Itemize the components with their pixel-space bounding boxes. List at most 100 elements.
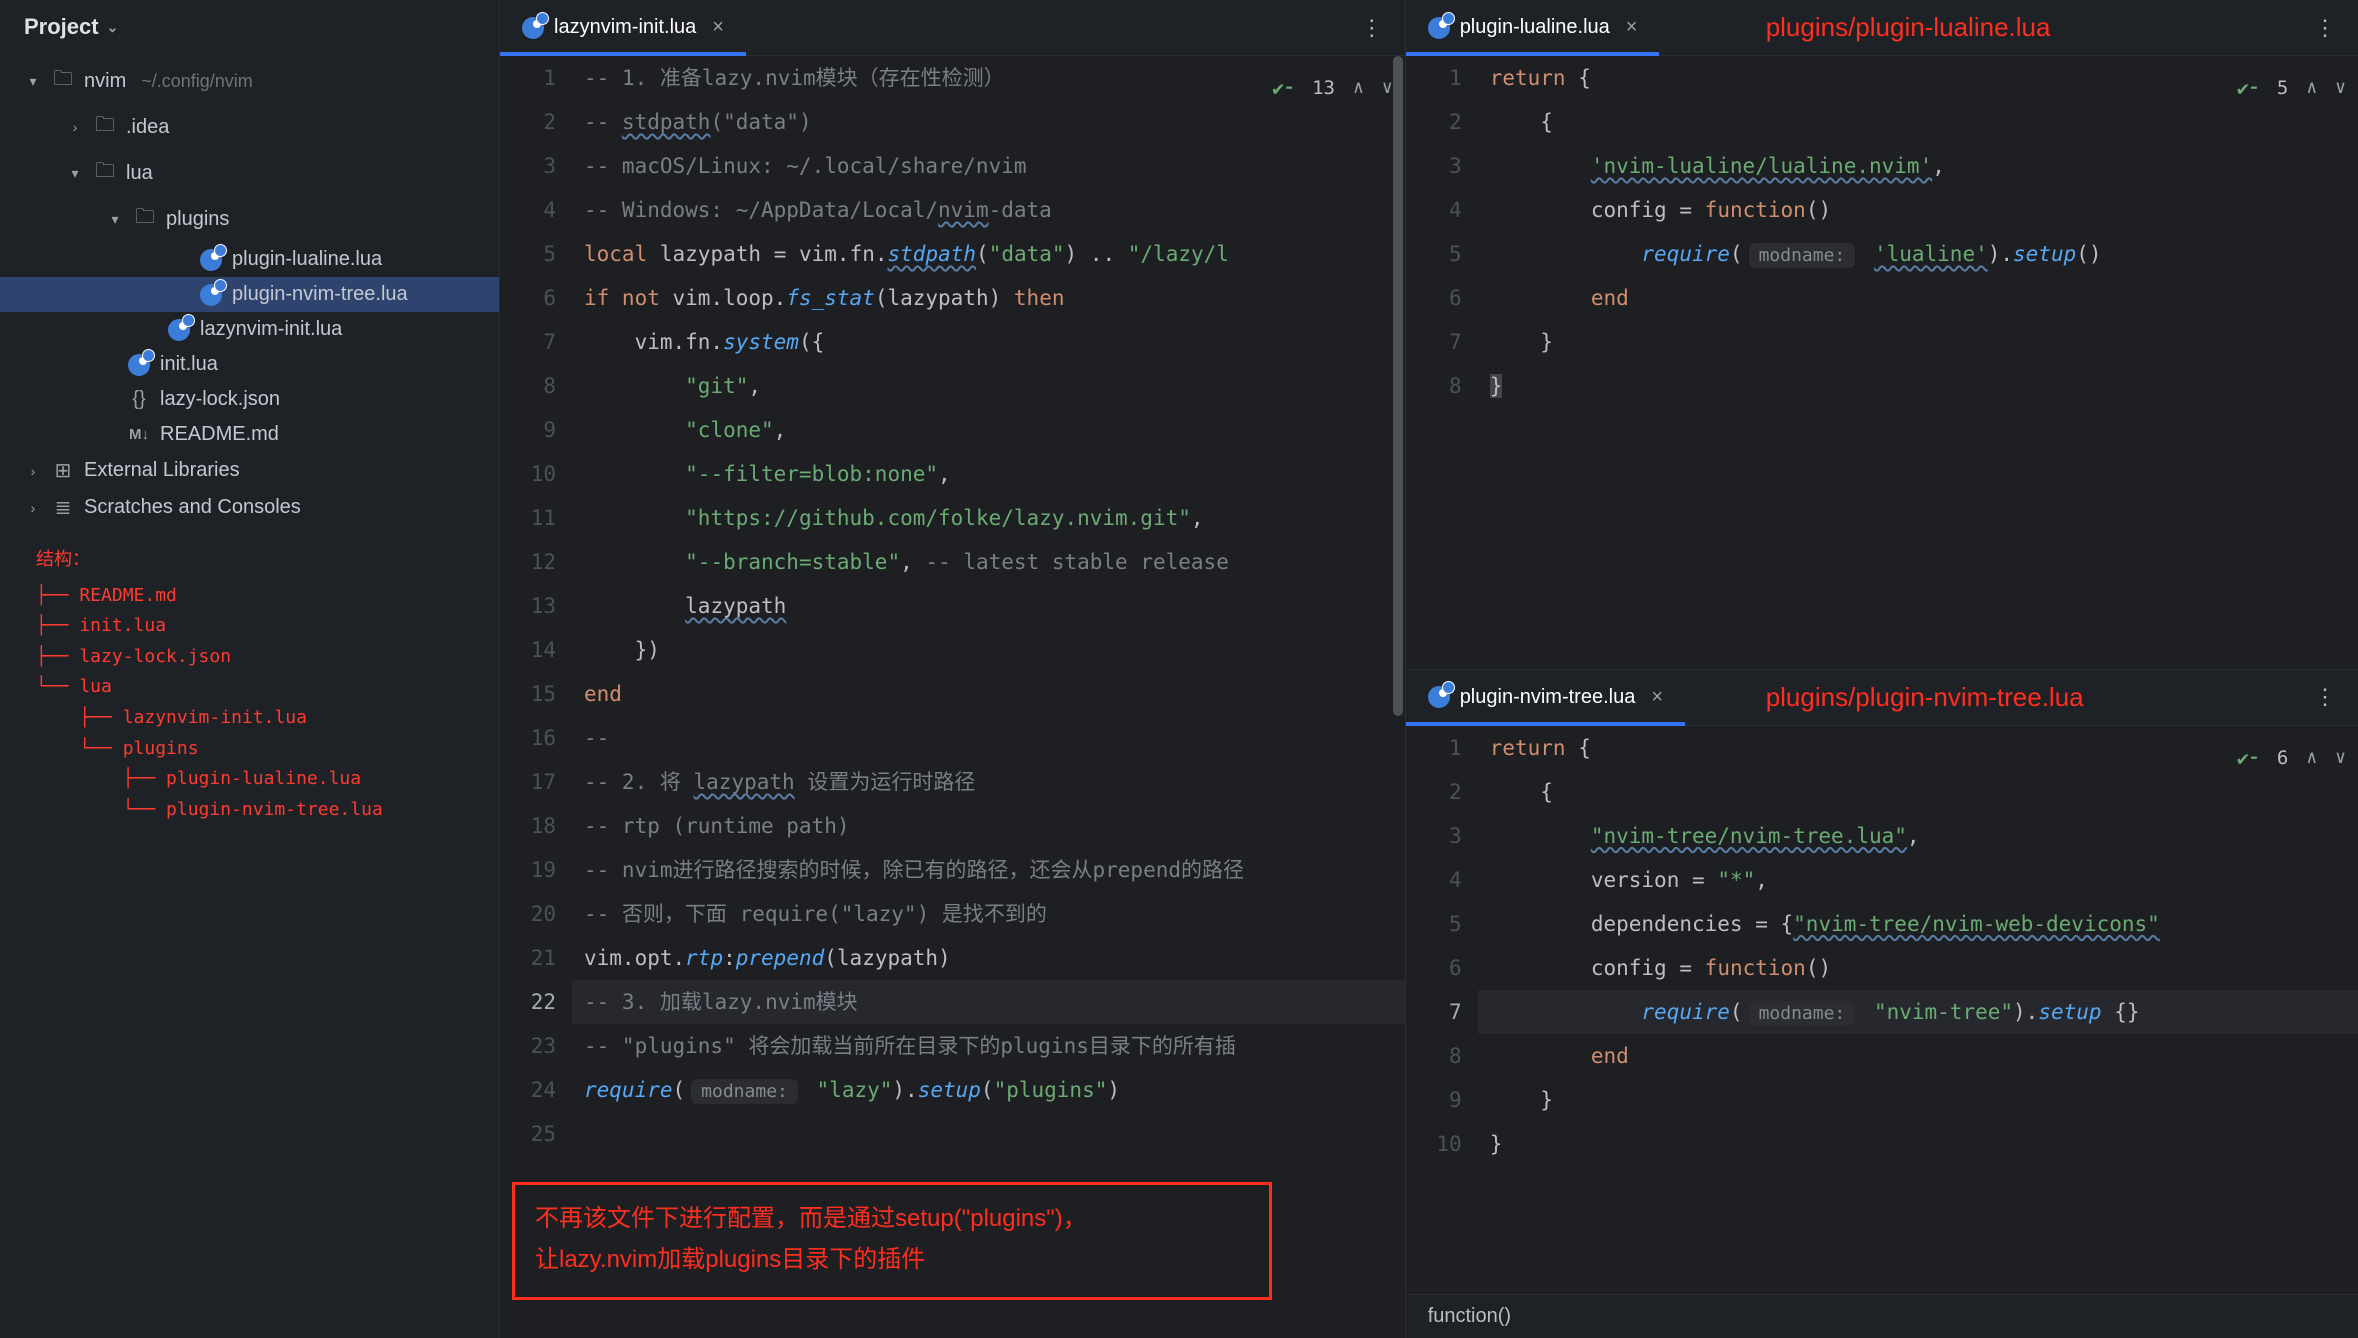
code-line[interactable]: end <box>1490 276 2358 320</box>
line-number[interactable]: 4 <box>1406 858 1462 902</box>
line-number[interactable]: 1 <box>500 56 556 100</box>
tab-more-icon[interactable]: ⋮ <box>1339 15 1405 41</box>
code-line[interactable]: 'nvim-lualine/lualine.nvim', <box>1490 144 2358 188</box>
code-line[interactable]: vim.fn.system({ <box>584 320 1405 364</box>
breadcrumb-bar[interactable]: function() <box>1406 1294 2358 1338</box>
code-line[interactable]: require(modname: 'lualine').setup() <box>1490 232 2358 276</box>
nav-up-icon[interactable]: ∧ <box>2306 66 2317 110</box>
close-icon[interactable]: × <box>1651 686 1663 709</box>
line-number[interactable]: 11 <box>500 496 556 540</box>
tab-more-icon[interactable]: ⋮ <box>2292 684 2358 710</box>
inspection-badge[interactable]: ✔⁃ 5 ∧ ∨ <box>2237 66 2346 110</box>
code-line[interactable]: return { <box>1490 726 2358 770</box>
line-number[interactable]: 1 <box>1406 726 1462 770</box>
line-number[interactable]: 23 <box>500 1024 556 1068</box>
code-line[interactable]: "https://github.com/folke/lazy.nvim.git"… <box>584 496 1405 540</box>
nav-down-icon[interactable]: ∨ <box>2335 66 2346 110</box>
tree-arrow-icon[interactable]: › <box>24 463 42 479</box>
code-line[interactable]: -- nvim进行路径搜索的时候，除已有的路径，还会从prepend的路径 <box>584 848 1405 892</box>
tab-plugin-lualine[interactable]: plugin-lualine.lua × <box>1406 0 1660 55</box>
line-number[interactable]: 13 <box>500 584 556 628</box>
tree-item[interactable]: M↓README.md <box>0 417 499 452</box>
code-line[interactable]: require(modname: "lazy").setup("plugins"… <box>584 1068 1405 1112</box>
line-number[interactable]: 7 <box>1406 320 1462 364</box>
line-number[interactable]: 7 <box>500 320 556 364</box>
tree-item[interactable]: init.lua <box>0 347 499 382</box>
tree-item[interactable]: lazynvim-init.lua <box>0 312 499 347</box>
line-number[interactable]: 6 <box>1406 276 1462 320</box>
project-tool-header[interactable]: Project ⌄ <box>0 0 499 54</box>
code-line[interactable]: } <box>1490 320 2358 364</box>
line-number[interactable]: 10 <box>500 452 556 496</box>
nav-up-icon[interactable]: ∧ <box>1353 66 1364 110</box>
code-line[interactable]: "git", <box>584 364 1405 408</box>
code-line[interactable]: "nvim-tree/nvim-tree.lua", <box>1490 814 2358 858</box>
line-number[interactable]: 1 <box>1406 56 1462 100</box>
code-line[interactable]: -- "plugins" 将会加载当前所在目录下的plugins目录下的所有插 <box>584 1024 1405 1068</box>
tab-more-icon[interactable]: ⋮ <box>2292 15 2358 41</box>
code-line[interactable]: "--filter=blob:none", <box>584 452 1405 496</box>
nav-down-icon[interactable]: ∨ <box>2335 736 2346 780</box>
line-number[interactable]: 3 <box>1406 144 1462 188</box>
code-line[interactable]: vim.opt.rtp:prepend(lazypath) <box>584 936 1405 980</box>
line-number[interactable]: 5 <box>500 232 556 276</box>
line-number[interactable]: 9 <box>1406 1078 1462 1122</box>
line-number[interactable]: 10 <box>1406 1122 1462 1166</box>
code-line[interactable]: { <box>1490 100 2358 144</box>
inspection-badge[interactable]: ✔⁃ 13 ∧ ∨ <box>1272 66 1393 110</box>
tree-arrow-icon[interactable]: ▾ <box>106 211 124 228</box>
tree-arrow-icon[interactable]: ▾ <box>24 73 42 90</box>
tree-item[interactable]: ›≣Scratches and Consoles <box>0 489 499 526</box>
line-number[interactable]: 17 <box>500 760 556 804</box>
editor-right-bottom[interactable]: ✔⁃ 6 ∧ ∨ 12345678910 return { { "nvim-tr… <box>1406 726 2358 1338</box>
tree-arrow-icon[interactable]: ▾ <box>66 165 84 182</box>
code-line[interactable]: -- rtp (runtime path) <box>584 804 1405 848</box>
line-number[interactable]: 20 <box>500 892 556 936</box>
line-number[interactable]: 22 <box>500 980 556 1024</box>
code-line[interactable]: -- <box>584 716 1405 760</box>
line-number[interactable]: 8 <box>500 364 556 408</box>
code-line[interactable]: require(modname: "nvim-tree").setup {} <box>1490 990 2358 1034</box>
tree-item[interactable]: plugin-nvim-tree.lua <box>0 277 499 312</box>
code-line[interactable]: -- 2. 将 lazypath 设置为运行时路径 <box>584 760 1405 804</box>
code-line[interactable]: } <box>1490 364 2358 408</box>
code-line[interactable]: version = "*", <box>1490 858 2358 902</box>
code-line[interactable]: local lazypath = vim.fn.stdpath("data") … <box>584 232 1405 276</box>
editor-left[interactable]: ✔⁃ 13 ∧ ∨ 123456789101112131415161718192… <box>500 56 1405 1338</box>
tree-item[interactable]: ›🗀.idea <box>0 104 499 150</box>
nav-down-icon[interactable]: ∨ <box>1382 66 1393 110</box>
code-line[interactable]: } <box>1490 1122 2358 1166</box>
line-number[interactable]: 2 <box>500 100 556 144</box>
line-number[interactable]: 5 <box>1406 902 1462 946</box>
code-line[interactable]: -- Windows: ~/AppData/Local/nvim-data <box>584 188 1405 232</box>
code-line[interactable]: }) <box>584 628 1405 672</box>
inspection-badge[interactable]: ✔⁃ 6 ∧ ∨ <box>2237 736 2346 780</box>
tab-lazynvim-init[interactable]: lazynvim-init.lua × <box>500 0 746 55</box>
line-number[interactable]: 2 <box>1406 770 1462 814</box>
line-number[interactable]: 18 <box>500 804 556 848</box>
code-line[interactable]: "clone", <box>584 408 1405 452</box>
line-number[interactable]: 6 <box>500 276 556 320</box>
nav-up-icon[interactable]: ∧ <box>2306 736 2317 780</box>
line-number[interactable]: 16 <box>500 716 556 760</box>
tab-plugin-nvim-tree[interactable]: plugin-nvim-tree.lua × <box>1406 670 1685 725</box>
tree-item[interactable]: ›⊞External Libraries <box>0 452 499 489</box>
line-number[interactable]: 6 <box>1406 946 1462 990</box>
line-number[interactable]: 2 <box>1406 100 1462 144</box>
line-number[interactable]: 4 <box>1406 188 1462 232</box>
project-tree[interactable]: ▾🗀nvim ~/.config/nvim›🗀.idea▾🗀lua▾🗀plugi… <box>0 54 499 526</box>
code-line[interactable]: { <box>1490 770 2358 814</box>
code-line[interactable]: end <box>584 672 1405 716</box>
close-icon[interactable]: × <box>712 16 724 39</box>
code-line[interactable]: lazypath <box>584 584 1405 628</box>
close-icon[interactable]: × <box>1626 16 1638 39</box>
line-number[interactable]: 3 <box>1406 814 1462 858</box>
line-number[interactable]: 12 <box>500 540 556 584</box>
code-line[interactable]: config = function() <box>1490 946 2358 990</box>
code-line[interactable]: "--branch=stable", -- latest stable rele… <box>584 540 1405 584</box>
line-number[interactable]: 21 <box>500 936 556 980</box>
line-number[interactable]: 15 <box>500 672 556 716</box>
code-line[interactable]: } <box>1490 1078 2358 1122</box>
line-number[interactable]: 5 <box>1406 232 1462 276</box>
tree-item[interactable]: ▾🗀lua <box>0 150 499 196</box>
